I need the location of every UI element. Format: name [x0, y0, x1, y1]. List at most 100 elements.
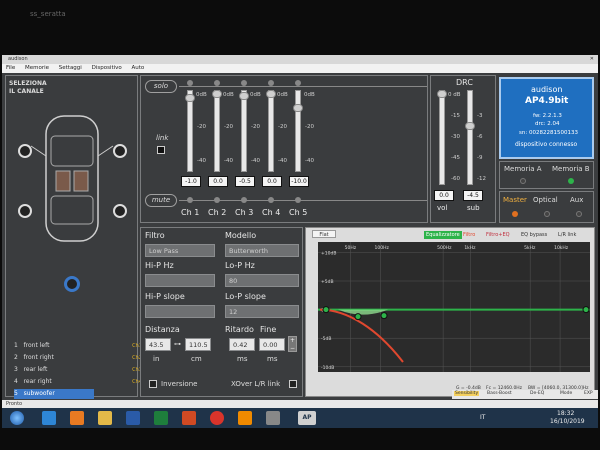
fader-knob-ch3[interactable]	[239, 92, 249, 100]
input-aux-label[interactable]: Aux	[570, 196, 583, 204]
filtro-select[interactable]: Low Pass	[145, 244, 215, 257]
eq-freq-label: 5kHz	[524, 245, 536, 251]
fader-value-ch4[interactable]: 0.0	[262, 176, 282, 187]
memory-a-indicator	[520, 178, 526, 184]
speaker-front-right-icon[interactable]	[113, 144, 127, 158]
solo-led-ch5[interactable]	[295, 80, 301, 86]
fine-ms-input[interactable]: 0.00	[259, 338, 285, 351]
ie-icon[interactable]	[42, 411, 56, 425]
fader-knob-ch5[interactable]	[293, 104, 303, 112]
eq-node[interactable]	[582, 306, 590, 314]
mode-sensibility-button[interactable]: Sensibility	[454, 391, 480, 396]
link-chain-icon[interactable]: ⊶	[174, 340, 181, 348]
channel-item-2[interactable]: 2 front right Ch2	[14, 353, 144, 363]
mode-bassboost-button[interactable]: Bass-Boost	[487, 391, 512, 396]
eq-node[interactable]	[380, 312, 388, 320]
inputs-panel: Master Optical Aux	[499, 191, 594, 223]
fader-knob-ch1[interactable]	[185, 94, 195, 102]
delay-ms-input[interactable]: 0.42	[229, 338, 255, 351]
vlc-icon[interactable]	[238, 411, 252, 425]
eq-graph[interactable]: 50Hz100Hz500Hz1kHz5kHz10kHz+10dB+5dB0dB-…	[306, 240, 596, 385]
solo-led-ch3[interactable]	[241, 80, 247, 86]
channel-item-5[interactable]: 5 subwoofer	[14, 389, 94, 399]
hip-slope-select[interactable]	[145, 305, 215, 318]
menu-memorie[interactable]: Memorie	[25, 65, 49, 71]
fader-value-ch3[interactable]: -0.5	[235, 176, 255, 187]
taskbar-lang[interactable]: IT	[480, 414, 485, 421]
memory-b-label[interactable]: Memoria B	[552, 165, 590, 173]
solo-led-ch2[interactable]	[214, 80, 220, 86]
mute-led-ch4[interactable]	[268, 197, 274, 203]
solo-led-ch1[interactable]	[187, 80, 193, 86]
menu-settaggi[interactable]: Settaggi	[59, 65, 82, 71]
drc-sub-value[interactable]: -4.5	[463, 190, 483, 201]
filtro-eq-toggle[interactable]: Filtro+EQ	[486, 231, 510, 239]
start-button-icon[interactable]	[10, 411, 24, 425]
audison-taskbar-icon[interactable]: AP	[298, 411, 316, 425]
xover-link-checkbox[interactable]	[289, 380, 297, 388]
drc-vol-fader[interactable]	[439, 90, 445, 185]
drc-vol-knob[interactable]	[437, 90, 447, 98]
fader-ch1[interactable]	[187, 90, 193, 172]
fader-ch2[interactable]	[214, 90, 220, 172]
subwoofer-icon[interactable]	[64, 276, 80, 292]
menu-auto[interactable]: Auto	[132, 65, 145, 71]
mute-button[interactable]: mute	[145, 194, 177, 207]
equalizzatore-button[interactable]: Equalizzatore	[424, 231, 462, 239]
mute-led-ch5[interactable]	[295, 197, 301, 203]
channel-item-3[interactable]: 3 rear left Ch3	[14, 365, 144, 375]
lop-slope-select[interactable]: 12	[225, 305, 299, 318]
solo-button[interactable]: solo	[145, 80, 177, 93]
speaker-rear-left-icon[interactable]	[18, 204, 32, 218]
fader-value-ch1[interactable]: -1.0	[181, 176, 201, 187]
lr-link-toggle[interactable]: L/R link	[558, 231, 576, 239]
drc-sub-knob[interactable]	[465, 122, 475, 130]
fader-ch4[interactable]	[268, 90, 274, 172]
explorer-icon[interactable]	[98, 411, 112, 425]
mode-mode-button[interactable]: Mode	[560, 391, 572, 396]
solo-led-ch4[interactable]	[268, 80, 274, 86]
eq-flat-tab[interactable]: Flat	[312, 230, 336, 238]
fine-stepper[interactable]: + −	[288, 336, 297, 352]
media-icon[interactable]	[70, 411, 84, 425]
modello-select[interactable]: Butterworth	[225, 244, 299, 257]
drc-sub-fader[interactable]	[467, 90, 473, 185]
mute-led-ch2[interactable]	[214, 197, 220, 203]
mute-led-ch3[interactable]	[241, 197, 247, 203]
inversione-checkbox[interactable]	[149, 380, 157, 388]
fader-value-ch2[interactable]: 0.0	[208, 176, 228, 187]
channel-item-1[interactable]: 1 front left Ch1	[14, 341, 144, 351]
input-master-label[interactable]: Master	[503, 196, 527, 204]
eq-bypass-toggle[interactable]: EQ bypass	[521, 231, 547, 239]
distance-cm-input[interactable]: 110.5	[185, 338, 211, 351]
excel-icon[interactable]	[154, 411, 168, 425]
fader-ch5[interactable]	[295, 90, 301, 172]
fader-value-ch5[interactable]: -10.0	[289, 176, 309, 187]
speaker-rear-right-icon[interactable]	[113, 204, 127, 218]
drc-vol-value[interactable]: 0.0	[434, 190, 454, 201]
mode-exp-button[interactable]: EXP	[584, 391, 593, 396]
fader-ch3[interactable]	[241, 90, 247, 172]
app-icon[interactable]	[266, 411, 280, 425]
word-icon[interactable]	[126, 411, 140, 425]
fader-knob-ch2[interactable]	[212, 90, 222, 98]
mode-deeq-button[interactable]: De-EQ	[530, 391, 544, 396]
speaker-front-left-icon[interactable]	[18, 144, 32, 158]
mute-led-ch1[interactable]	[187, 197, 193, 203]
close-icon[interactable]: ✕	[590, 55, 594, 64]
chrome-icon[interactable]	[210, 411, 224, 425]
memory-a-label[interactable]: Memoria A	[504, 165, 542, 173]
distance-in-input[interactable]: 43.5	[145, 338, 171, 351]
lop-hz-select[interactable]: 80	[225, 274, 299, 287]
hip-hz-select[interactable]	[145, 274, 215, 287]
fader-knob-ch4[interactable]	[266, 90, 276, 98]
link-checkbox[interactable]	[157, 146, 165, 154]
menu-file[interactable]: File	[6, 65, 15, 71]
powerpoint-icon[interactable]	[182, 411, 196, 425]
channel-item-4[interactable]: 4 rear right Ch4	[14, 377, 144, 387]
filtro-toggle[interactable]: Filtro	[463, 231, 475, 239]
eq-node[interactable]	[354, 313, 362, 321]
input-optical-label[interactable]: Optical	[533, 196, 558, 204]
eq-node[interactable]	[322, 306, 330, 314]
menu-dispositivo[interactable]: Dispositivo	[92, 65, 122, 71]
